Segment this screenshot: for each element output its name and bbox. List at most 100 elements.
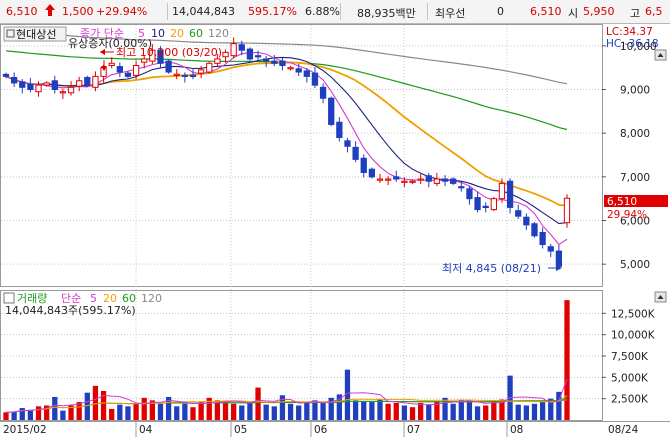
candle-body xyxy=(197,69,205,74)
volume-bar xyxy=(141,397,147,420)
volume-bar xyxy=(466,402,473,420)
x-axis-label: 08 xyxy=(510,424,523,436)
stock-name-button[interactable]: 현대상선 xyxy=(3,26,67,42)
candle-body xyxy=(108,62,115,66)
volume-bar xyxy=(125,406,131,420)
vol-ma120-label: 120 xyxy=(141,292,162,305)
svg-text:최저 4,845 (08/21): 최저 4,845 (08/21) xyxy=(442,262,541,275)
volume-tick-label: 12,500K xyxy=(611,308,656,320)
quote-bar: 6,510 1,500 +29.94% 14,044,843 595.17% 6… xyxy=(0,0,670,24)
candle-body xyxy=(506,180,514,208)
high-value: 6,5 xyxy=(645,5,663,18)
volume-value-label: 14,044,843주(595.17%) xyxy=(5,304,136,317)
volume-bar xyxy=(409,407,416,420)
price-panel-scroll-button[interactable] xyxy=(654,49,667,61)
current-price: 6,510 xyxy=(6,5,38,18)
volume-bar xyxy=(450,403,456,420)
candle-body xyxy=(238,44,245,51)
volume-bar xyxy=(60,410,66,420)
candle-body xyxy=(51,80,58,90)
candle-body xyxy=(124,72,132,77)
candle-body xyxy=(498,182,506,200)
candle-body xyxy=(254,55,262,58)
current-change-tag: 29.94% xyxy=(607,209,647,221)
volume-bar xyxy=(287,403,294,420)
candle-body xyxy=(555,250,563,267)
candle-body xyxy=(92,75,99,88)
candle-body xyxy=(279,60,286,66)
candle-body xyxy=(295,68,302,73)
current-price-tag-text: 6,510 xyxy=(607,196,637,208)
volume-bar xyxy=(198,402,204,420)
candle-body xyxy=(344,140,351,147)
volume-bar xyxy=(3,412,9,420)
volume-bar xyxy=(426,404,432,420)
high-label: 고 xyxy=(630,7,641,20)
candle-body xyxy=(417,178,424,181)
volume-bar xyxy=(352,400,359,420)
volume-tick-label: 7,500K xyxy=(611,351,649,363)
separator xyxy=(340,3,341,20)
candle-body xyxy=(490,198,497,211)
volume-panel-scroll-button[interactable] xyxy=(654,291,667,303)
volume-bar xyxy=(117,404,123,420)
x-axis-labels: 2015/02 04 05 06 07 08 xyxy=(3,421,523,437)
volume-bar xyxy=(174,406,180,420)
stock-chart[interactable]: 현대상선 종가 단순 5 10 20 60 120 유상증자(0.00%) 최고… xyxy=(0,24,670,438)
volume-bar xyxy=(393,402,399,420)
candle-body xyxy=(531,223,538,237)
candle-body xyxy=(376,178,384,181)
volume-bar xyxy=(92,385,99,420)
candle-body xyxy=(263,58,270,62)
candle-body xyxy=(360,157,367,173)
candle-body xyxy=(189,74,197,78)
volume-bar xyxy=(231,403,237,420)
volume-bar xyxy=(385,403,391,420)
volume-bar xyxy=(255,387,261,420)
candle-body xyxy=(433,178,441,184)
candle-body xyxy=(35,84,42,93)
candle-body xyxy=(2,73,10,77)
price-tick-label: 7,000 xyxy=(620,172,650,184)
candle-body xyxy=(401,180,408,183)
volume-bar xyxy=(377,399,383,420)
candle-body xyxy=(206,62,213,73)
volume-bar xyxy=(271,406,277,420)
candle-body xyxy=(67,86,75,94)
svg-text:현대상선: 현대상선 xyxy=(16,28,56,41)
candle-body xyxy=(19,81,26,88)
candle-body xyxy=(336,121,343,139)
candle-body xyxy=(539,232,546,246)
volume-panel-button[interactable] xyxy=(3,292,15,304)
candle-body xyxy=(141,58,148,63)
volume-bar xyxy=(304,402,310,420)
lc-label: LC:34.37 xyxy=(606,26,653,38)
best-bid-label: 최우선 xyxy=(435,7,466,20)
candle-body xyxy=(10,76,18,84)
candle-body xyxy=(523,216,530,226)
candle-body xyxy=(563,197,571,224)
candle-body xyxy=(271,60,278,64)
x-axis-label: 05 xyxy=(234,424,247,436)
volume-bar xyxy=(11,411,17,420)
candle-body xyxy=(165,60,172,73)
open-value: 5,950 xyxy=(583,5,615,18)
candle-body xyxy=(409,180,416,183)
volume-bar xyxy=(296,405,302,420)
ma10-label: 10 xyxy=(151,27,165,40)
volume-bar xyxy=(190,407,196,420)
candle-body xyxy=(328,97,335,125)
ma20-label: 20 xyxy=(170,27,184,40)
price-tick-label: 9,000 xyxy=(620,85,650,97)
volume-bar xyxy=(133,402,139,420)
candle-body xyxy=(368,168,376,178)
candle-body xyxy=(466,188,473,200)
volume-bar xyxy=(157,403,164,420)
volume-tick-label: 10,000K xyxy=(611,330,656,342)
candle-body xyxy=(441,178,449,182)
price-tick-label: 10,000 xyxy=(620,41,657,53)
volume-bar xyxy=(401,405,408,420)
candle-body xyxy=(173,73,180,76)
volume-bar xyxy=(515,404,521,420)
volume-bar xyxy=(483,405,489,420)
